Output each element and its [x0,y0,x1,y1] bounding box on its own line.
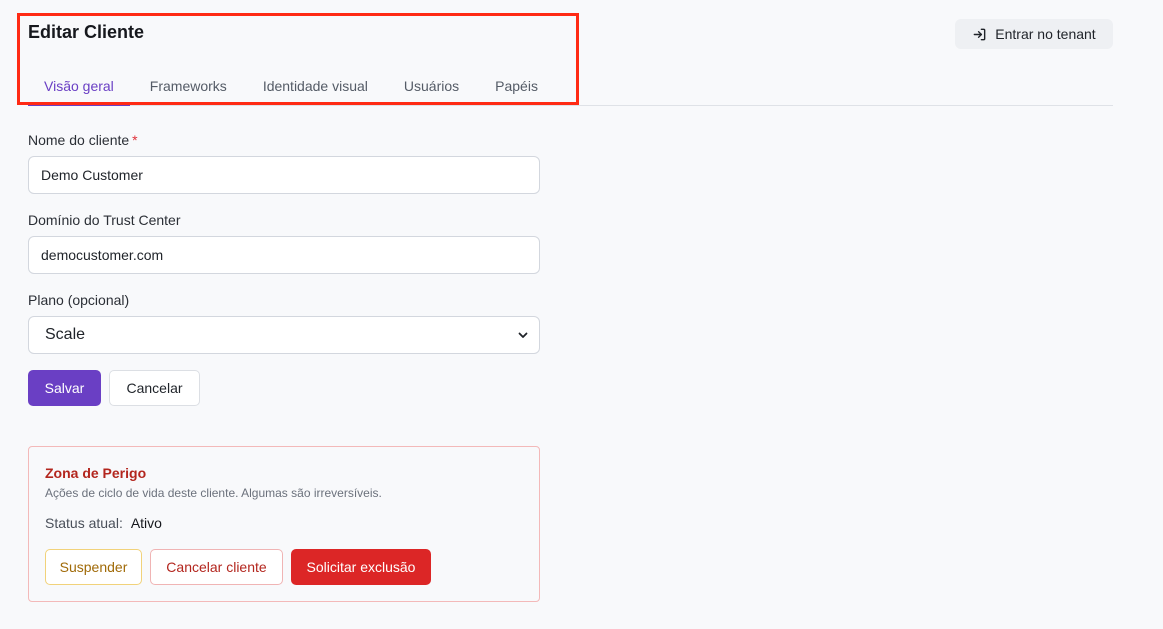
danger-zone-description: Ações de ciclo de vida deste cliente. Al… [45,486,382,500]
tab-bar: Visão geral Frameworks Identidade visual… [28,67,1113,106]
plan-label: Plano (opcional) [28,292,130,308]
customer-name-label-text: Nome do cliente [28,132,130,148]
chevron-down-icon [518,332,528,338]
danger-zone: Zona de Perigo Ações de ciclo de vida de… [28,446,540,602]
enter-tenant-label: Entrar no tenant [995,26,1096,42]
tab-users[interactable]: Usuários [388,67,475,105]
status-value: Ativo [130,515,162,531]
tab-frameworks[interactable]: Frameworks [134,67,243,105]
cancel-customer-button[interactable]: Cancelar cliente [150,549,283,585]
trust-center-domain-label: Domínio do Trust Center [28,212,181,228]
request-deletion-button[interactable]: Solicitar exclusão [291,549,431,585]
danger-zone-title: Zona de Perigo [45,465,147,481]
edit-customer-page: Editar Cliente Entrar no tenant Visão ge… [0,0,1163,629]
sign-in-icon [973,28,986,40]
cancel-button[interactable]: Cancelar [109,370,200,406]
customer-name-label: Nome do cliente * [28,132,138,148]
plan-select[interactable]: Scale [28,316,540,354]
save-button[interactable]: Salvar [28,370,101,406]
status-row: Status atual: Ativo [45,515,162,531]
customer-name-input[interactable] [28,156,540,194]
tab-roles[interactable]: Papéis [479,67,554,105]
page-title: Editar Cliente [28,22,145,42]
trust-center-domain-input[interactable] [28,236,540,274]
plan-select-value: Scale [45,326,86,343]
enter-tenant-button[interactable]: Entrar no tenant [955,19,1113,49]
suspend-button[interactable]: Suspender [45,549,142,585]
required-mark: * [132,132,138,148]
tab-visual-identity[interactable]: Identidade visual [247,67,384,105]
tab-overview[interactable]: Visão geral [28,67,130,106]
status-label: Status atual: [45,515,123,531]
